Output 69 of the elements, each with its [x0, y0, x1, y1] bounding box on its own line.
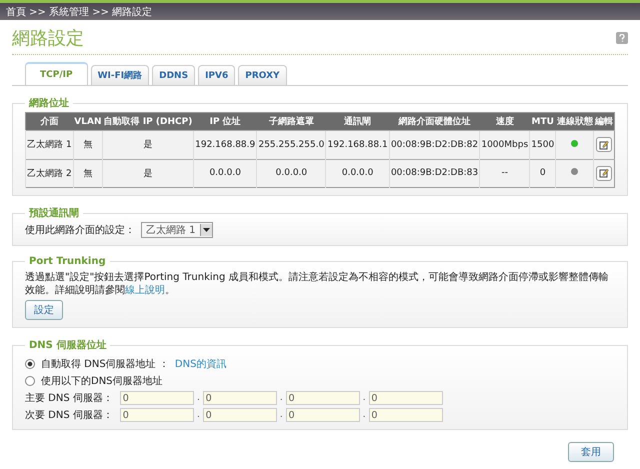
dns-server-label: 主要 DNS 伺服器： [25, 392, 114, 405]
table-cell: 192.168.88.1 [326, 130, 390, 159]
section-title: 預設通訊閘 [28, 206, 80, 220]
dot-separator: . [280, 393, 283, 403]
radio-label: 使用以下的DNS伺服器地址 [41, 374, 163, 388]
column-header: 網路介面硬體位址 [389, 112, 480, 130]
radio-button[interactable] [25, 359, 35, 369]
dot-separator: . [280, 410, 283, 420]
ip-octet-field[interactable]: 0 [120, 408, 194, 422]
apply-button[interactable]: 套用 [568, 442, 614, 462]
tab[interactable]: WI-FI網路 [90, 65, 150, 85]
ip-octet-field[interactable]: 0 [286, 391, 360, 405]
section-title: 網路位址 [28, 96, 70, 110]
table-cell: 無 [73, 159, 103, 188]
table-cell: 0.0.0.0 [326, 159, 390, 188]
table-cell: 1000Mbps [480, 130, 530, 159]
column-header: IP 位址 [194, 112, 257, 130]
column-header: 子網路遮罩 [256, 112, 326, 130]
breadcrumb: 首頁 >> 系統管理 >> 網路設定 [6, 6, 152, 18]
section-title: Port Trunking [28, 256, 107, 267]
dot-separator: . [197, 410, 200, 420]
edit-button[interactable] [596, 137, 612, 152]
radio-button[interactable] [25, 376, 35, 386]
table-cell: 是 [102, 159, 194, 188]
page-title: 網路設定 [12, 27, 84, 50]
table-cell: 192.168.88.9 [194, 130, 257, 159]
gateway-label: 使用此網路介面的設定： [25, 224, 135, 237]
table-cell: -- [480, 159, 530, 188]
radio-label: 自動取得 DNS伺服器地址 ： [41, 358, 169, 371]
table-cell: 00:08:9B:D2:DB:82 [389, 130, 480, 159]
table-cell: 乙太網路 2 [26, 159, 74, 188]
column-header: 連線狀態 [556, 112, 594, 130]
column-header: 編輯 [594, 112, 614, 130]
table-cell: 00:08:9B:D2:DB:83 [389, 159, 480, 188]
dot-separator: . [362, 410, 366, 420]
dns-server-label: 次要 DNS 伺服器： [25, 409, 114, 422]
table-cell: 乙太網路 1 [26, 130, 74, 159]
column-header: 通訊閘 [326, 112, 390, 130]
ip-octet-field[interactable]: 0 [120, 391, 194, 405]
interface-dropdown[interactable]: 乙太網路 1 [141, 222, 213, 238]
tab[interactable]: IPV6 [198, 65, 236, 85]
ip-octet-field[interactable]: 0 [202, 391, 277, 405]
dropdown-arrow-icon [202, 228, 210, 232]
table-cell: 0 [530, 159, 556, 188]
tab[interactable]: DDNS [152, 65, 196, 85]
table-cell: 0.0.0.0 [194, 159, 257, 188]
settings-button[interactable]: 設定 [25, 300, 63, 320]
trunking-description: 透過點選"設定"按鈕去選擇Porting Trunking 成員和模式。請注意若設定為不相容的模式，可能會導致網路介面停滯或影響整體傳輸效能。詳細說明請參閱線上說明。 [25, 271, 610, 297]
section-title: DNS 伺服器位址 [28, 338, 108, 352]
table-cell: 1500 [530, 130, 556, 159]
column-header: 速度 [480, 112, 530, 130]
table-cell: 255.255.255.0 [256, 130, 326, 159]
ip-octet-field[interactable]: 0 [202, 408, 277, 422]
table-cell: 是 [102, 130, 194, 159]
table-cell: 無 [73, 130, 103, 159]
dot-separator: . [362, 393, 366, 403]
ip-octet-field[interactable]: 0 [368, 391, 443, 405]
help-link[interactable]: 線上說明 [125, 285, 165, 296]
column-header: 介面 [26, 112, 74, 130]
ip-octet-field[interactable]: 0 [286, 408, 360, 422]
ip-octet-field[interactable]: 0 [368, 408, 443, 422]
column-header: VLAN [73, 112, 103, 130]
column-header: MTU [530, 112, 556, 130]
tab[interactable]: PROXY [238, 65, 287, 85]
dot-separator: . [197, 393, 200, 403]
edit-button[interactable] [596, 166, 612, 180]
dns-info-link[interactable]: DNS的資訊 [174, 357, 226, 371]
column-header: 自動取得 IP (DHCP) [102, 112, 194, 130]
table-cell: 0.0.0.0 [256, 159, 326, 188]
